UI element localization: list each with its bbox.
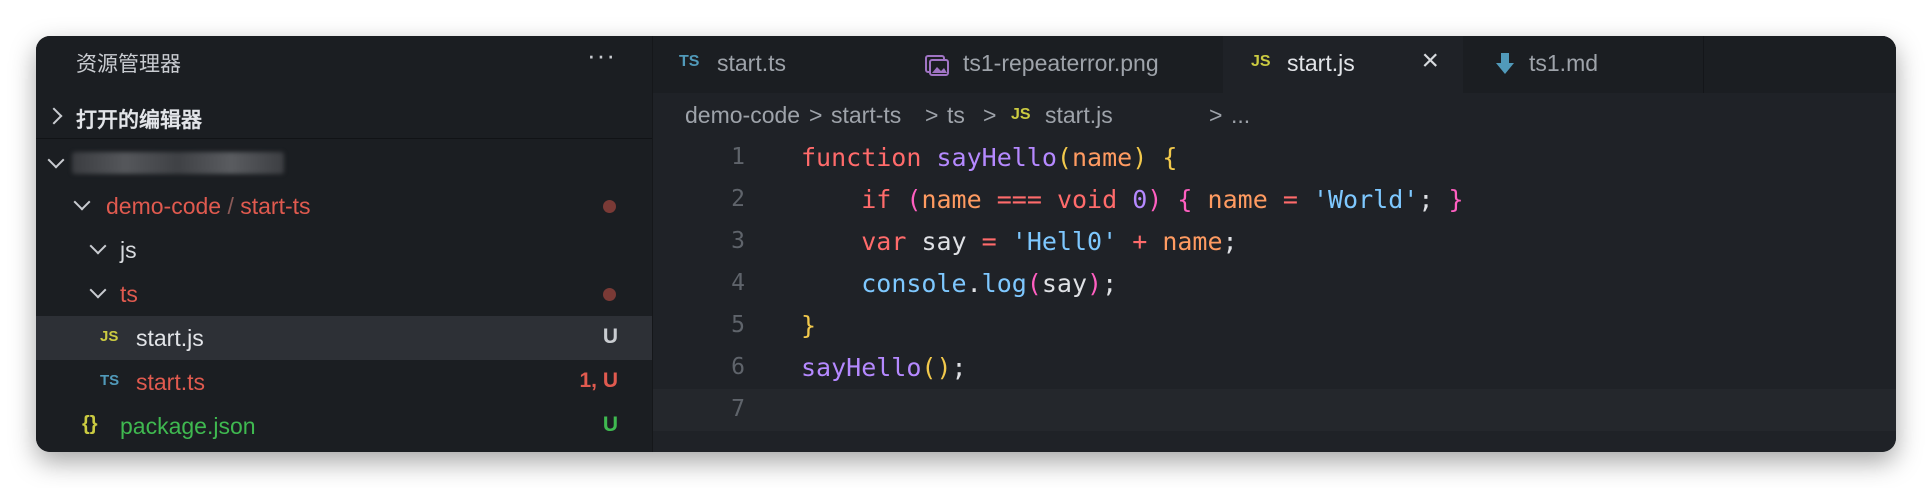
folder-label: demo-code [106,193,222,219]
breadcrumb-item[interactable]: start-ts [831,102,901,129]
breadcrumb-separator: > [809,102,823,128]
tab-bar: TS start.ts ts1-repeaterror.png JS start… [653,36,1896,93]
line-number: 4 [731,270,745,296]
line-number: 2 [731,186,745,212]
code-text: console.log(say); [861,269,1118,298]
tab-label: ts1-repeaterror.png [963,50,1159,76]
javascript-file-icon: JS [1011,106,1031,123]
tab-start-js[interactable]: JS start.js × [1223,36,1464,93]
code-line[interactable]: 5 } [653,305,1896,347]
code-text: } [801,311,817,340]
line-number: 7 [731,396,745,422]
tree-folder-ts[interactable]: ts [36,272,652,316]
code-text: sayHello(); [801,353,967,382]
folder-label: ts [120,281,138,307]
breadcrumb-item[interactable]: ts [947,102,965,129]
more-actions-icon[interactable]: ··· [587,40,616,71]
markdown-file-icon [1495,52,1515,81]
folder-label: js [120,237,137,263]
redacted-folder-name [72,152,284,174]
line-number: 1 [731,144,745,170]
code-text: function sayHello(name) { [801,143,1178,172]
javascript-file-icon: JS [100,328,119,345]
tree-folder-demo-code[interactable]: demo-code / start-ts [36,184,652,228]
chevron-right-icon [45,107,63,125]
explorer-header: 资源管理器 ··· [36,36,652,82]
file-label: start.js [136,325,204,351]
line-number: 6 [731,354,745,380]
git-status-badge: 1, U [579,369,618,392]
file-label: package.json [120,413,256,439]
tab-ts1-md[interactable]: ts1.md [1463,36,1704,93]
editor-area: TS start.ts ts1-repeaterror.png JS start… [653,36,1896,452]
open-editors-label: 打开的编辑器 [76,109,202,132]
chevron-down-icon [73,193,91,211]
tree-folder-js[interactable]: js [36,228,652,272]
tab-ts1-repeaterror-png[interactable]: ts1-repeaterror.png [891,36,1224,93]
tab-label: start.js [1287,50,1355,76]
breadcrumb-separator: > [983,102,997,128]
open-editors-section[interactable]: 打开的编辑器 [36,94,652,139]
explorer-title: 资源管理器 [76,53,181,76]
code-line[interactable]: 3 var say = 'Hell0' + name; [653,221,1896,263]
git-status-badge: U [602,413,618,436]
tree-file-start-js[interactable]: JS start.js U [36,316,652,360]
image-file-icon [925,54,949,81]
modified-dot [603,288,616,301]
chevron-down-icon [47,151,65,169]
code-text: if (name === void 0) { name = 'World'; } [861,185,1464,214]
line-number: 3 [731,228,745,254]
code-text: var say = 'Hell0' + name; [861,227,1238,256]
chevron-down-icon [89,281,107,299]
explorer-sidebar: 资源管理器 ··· 打开的编辑器 demo-code / start-ts js [36,36,653,452]
json-file-icon: {} [82,413,98,435]
workspace-root-row[interactable] [36,140,652,184]
typescript-file-icon: TS [679,53,700,70]
tab-start-ts[interactable]: TS start.ts [653,36,892,93]
folder-label: start-ts [240,193,311,219]
tree-file-start-ts[interactable]: TS start.ts 1, U [36,360,652,404]
breadcrumb-item[interactable]: demo-code [685,102,800,129]
javascript-file-icon: JS [1251,53,1271,70]
breadcrumb-separator: > [925,102,939,128]
code-line[interactable]: 2 if (name === void 0) { name = 'World';… [653,179,1896,221]
code-line[interactable]: 6 sayHello(); [653,347,1896,389]
file-label: start.ts [136,369,206,395]
modified-dot [603,200,616,213]
tab-label: start.ts [717,50,787,76]
code-line[interactable]: 1 function sayHello(name) { [653,137,1896,179]
code-line-current[interactable]: 7 [653,389,1896,431]
vscode-window: 资源管理器 ··· 打开的编辑器 demo-code / start-ts js [36,36,1896,452]
close-icon[interactable]: × [1421,44,1439,78]
git-status-badge: U [602,325,618,348]
typescript-file-icon: TS [100,372,120,389]
breadcrumb-separator: > [1209,102,1223,128]
line-number: 5 [731,312,745,338]
tab-label: ts1.md [1529,50,1599,76]
breadcrumb-ellipsis[interactable]: ... [1231,102,1250,129]
code-line[interactable]: 4 console.log(say); [653,263,1896,305]
path-separator: / [227,193,234,219]
tree-file-package-json[interactable]: {} package.json U [36,404,652,448]
chevron-down-icon [89,237,107,255]
breadcrumb-item[interactable]: start.js [1045,102,1113,129]
